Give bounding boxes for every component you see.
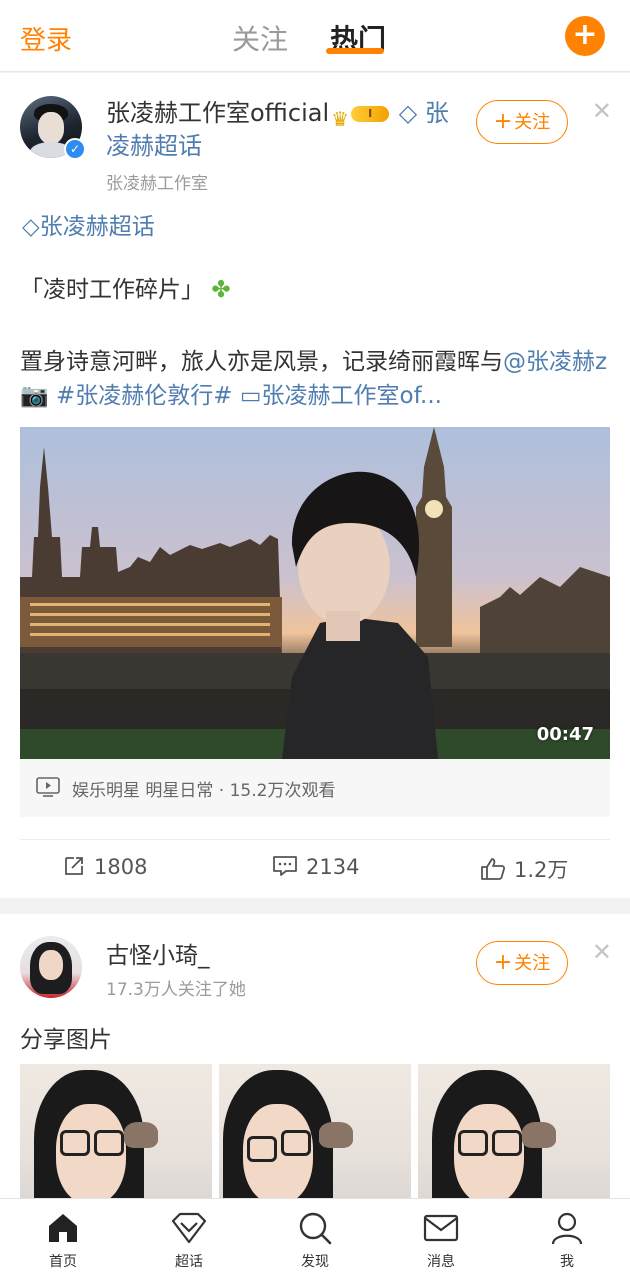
post-text-line: 「凌时工作碎片」 ✤ [20, 273, 231, 307]
photo-glasses [492, 1130, 522, 1156]
home-icon [49, 1214, 77, 1242]
follow-button[interactable]: + 关注 [476, 100, 568, 144]
nav-home[interactable]: 首页 [23, 1211, 103, 1271]
photo-cat [522, 1122, 556, 1148]
compose-button[interactable]: + [565, 16, 605, 56]
photo-cat [124, 1122, 158, 1148]
video-thumbnail-scene [20, 427, 610, 759]
follow-label: 关注 [514, 112, 551, 133]
search-icon [299, 1212, 332, 1245]
nav-profile-label: 我 [560, 1254, 574, 1270]
divider [20, 839, 610, 840]
comment-count: 2134 [306, 855, 360, 879]
post-body-text: 置身诗意河畔，旅人亦是风景，记录绮丽霞晖与 [20, 349, 503, 375]
diamond-icon: ◇ [22, 214, 40, 240]
photo-cat [319, 1122, 353, 1148]
video-info-text: 娱乐明星 明星日常 · 15.2万次观看 [72, 781, 336, 801]
user-icon [551, 1212, 583, 1245]
plus-icon: + [493, 950, 513, 975]
tab-following[interactable]: 关注 [232, 18, 288, 58]
repost-button[interactable]: 1808 [62, 854, 147, 884]
feed-post: 古怪小琦_ 17.3万人关注了她 + 关注 ✕ 分享图片 [0, 914, 630, 1198]
nav-profile[interactable]: 我 [527, 1211, 607, 1271]
avatar-face [38, 112, 64, 144]
camera-icon: 📷 [20, 383, 49, 409]
verified-badge-icon: ✓ [64, 138, 86, 160]
author-name[interactable]: 张凌赫工作室official [106, 99, 329, 127]
puzzle-piece-icon: ✤ [211, 277, 231, 303]
video-play-icon [36, 777, 60, 797]
nav-messages-label: 消息 [427, 1254, 455, 1270]
close-icon[interactable]: ✕ [592, 97, 612, 125]
plus-icon: + [572, 17, 598, 52]
mention-link[interactable]: @张凌赫z [503, 349, 607, 375]
photo-glasses [458, 1130, 488, 1156]
video-info-bar[interactable]: 娱乐明星 明星日常 · 15.2万次观看 [20, 759, 610, 817]
plus-icon: + [493, 109, 513, 134]
photo-glasses [60, 1130, 90, 1156]
video-player[interactable]: 00:47 [20, 427, 610, 759]
active-tab-indicator [326, 48, 384, 54]
nav-discover-label: 发现 [301, 1254, 329, 1270]
like-count: 1.2万 [514, 858, 569, 882]
post-heading: 「凌时工作碎片」 [20, 277, 204, 303]
comment-button[interactable]: 2134 [272, 854, 359, 884]
repost-count: 1808 [94, 855, 148, 879]
repost-icon [65, 857, 83, 875]
follow-label: 关注 [514, 953, 551, 974]
author-name[interactable]: 古怪小琦_ [106, 936, 210, 970]
nav-messages[interactable]: 消息 [401, 1211, 481, 1271]
author-subtitle: 17.3万人关注了她 [106, 980, 246, 1000]
avatar-face [39, 950, 63, 980]
feed-post: ✓ 张凌赫工作室official ♛ I ◇ 张凌赫超话 张凌赫工作室 + 关注 ✕ … [0, 73, 630, 898]
post-image[interactable] [418, 1064, 610, 1198]
top-bar: 登录 关注 热门 + [0, 0, 630, 72]
like-button[interactable]: 1.2万 [480, 854, 568, 884]
mail-icon [423, 1214, 459, 1242]
post-text: 分享图片 [20, 1027, 112, 1053]
follow-button[interactable]: + 关注 [476, 941, 568, 985]
thumbs-up-icon [481, 858, 506, 880]
nav-home-label: 首页 [49, 1254, 77, 1270]
nav-supertopic[interactable]: 超话 [149, 1211, 229, 1271]
hashtag-link[interactable]: #张凌赫伦敦行# [56, 383, 233, 409]
member-level-badge: I [351, 106, 390, 122]
topic-tag-label: 张凌赫超话 [39, 214, 155, 240]
crown-icon: ♛ [331, 107, 350, 131]
author-subtitle: 张凌赫工作室 [106, 174, 208, 194]
diamond-icon: ◇ [398, 99, 425, 127]
comment-icon [273, 856, 297, 876]
member-crown-icon[interactable]: ♛ I [331, 103, 391, 131]
nav-supertopic-label: 超话 [175, 1254, 203, 1270]
nav-discover[interactable]: 发现 [275, 1211, 355, 1271]
photo-glasses [281, 1130, 311, 1156]
photo-glasses [94, 1130, 124, 1156]
post-body: 置身诗意河畔，旅人亦是风景，记录绮丽霞晖与@张凌赫z 📷 #张凌赫伦敦行# ▭张… [20, 345, 612, 413]
author-name-block: 张凌赫工作室official ♛ I ◇ 张凌赫超话 [106, 97, 456, 163]
diamond-icon [171, 1212, 207, 1244]
video-duration: 00:47 [536, 724, 594, 745]
login-link[interactable]: 登录 [20, 20, 72, 57]
topic-tag-link[interactable]: ◇张凌赫超话 [22, 207, 155, 241]
post-image[interactable] [219, 1064, 411, 1198]
photo-glasses [247, 1136, 277, 1162]
avatar[interactable] [20, 936, 82, 998]
bottom-navigation: 首页 超话 发现 消息 我 [0, 1198, 630, 1280]
close-icon[interactable]: ✕ [592, 938, 612, 966]
video-link[interactable]: ▭张凌赫工作室of... [240, 383, 442, 409]
video-camera-icon: ▭ [239, 383, 262, 409]
post-image[interactable] [20, 1064, 212, 1198]
video-link-label: 张凌赫工作室of... [261, 383, 442, 409]
